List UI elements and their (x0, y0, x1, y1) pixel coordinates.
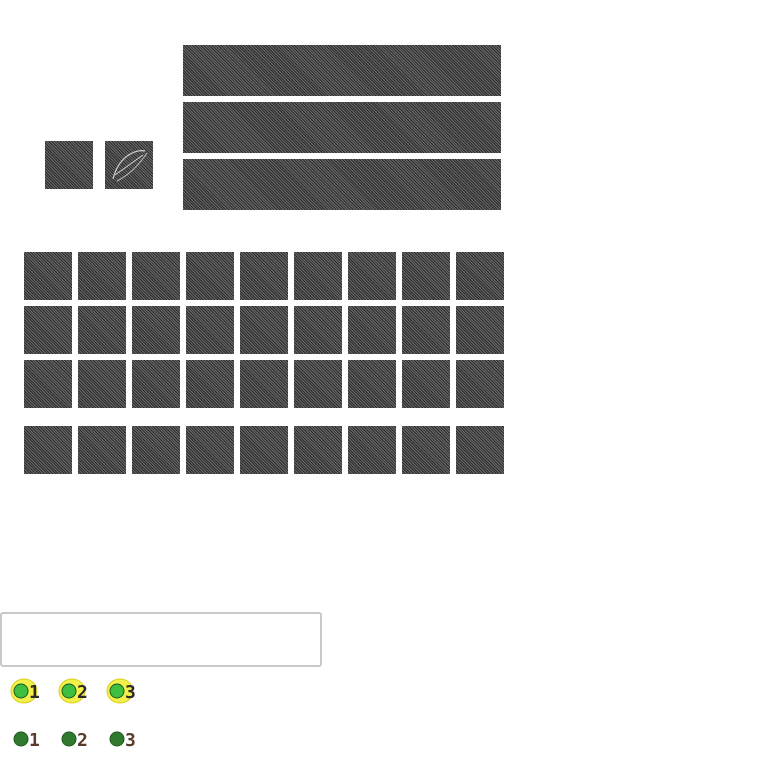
svg-text:2: 2 (77, 730, 88, 751)
inventory-slot[interactable] (402, 306, 450, 354)
hotbar-slot[interactable] (132, 426, 180, 474)
level-badge-inactive-2: 2 (58, 726, 88, 752)
inventory-slot[interactable] (78, 306, 126, 354)
inventory-slot[interactable] (78, 252, 126, 300)
inventory-slot[interactable] (186, 360, 234, 408)
wide-slot-row-2[interactable] (183, 102, 501, 153)
inventory-slot[interactable] (402, 360, 450, 408)
level-badge-active-1: 1 (10, 678, 40, 704)
bow-sketch-icon (112, 150, 148, 182)
inventory-slot[interactable] (24, 360, 72, 408)
hotbar-slot[interactable] (294, 426, 342, 474)
hotbar-slot[interactable] (402, 426, 450, 474)
svg-text:3: 3 (125, 682, 136, 703)
hotbar-slot[interactable] (186, 426, 234, 474)
inventory-slot[interactable] (24, 306, 72, 354)
svg-text:2: 2 (77, 682, 88, 703)
armor-slot-bow[interactable] (105, 141, 153, 189)
inventory-slot[interactable] (132, 306, 180, 354)
chat-input[interactable] (0, 612, 322, 667)
hotbar-slot[interactable] (348, 426, 396, 474)
svg-text:1: 1 (29, 730, 40, 751)
hotbar-slot[interactable] (456, 426, 504, 474)
level-badge-inactive-1: 1 (10, 726, 40, 752)
armor-slot-empty[interactable] (45, 141, 93, 189)
inventory-slot[interactable] (78, 360, 126, 408)
inventory-slot[interactable] (294, 252, 342, 300)
inventory-slot[interactable] (348, 252, 396, 300)
level-badge-inactive-3: 3 (106, 726, 136, 752)
inventory-slot[interactable] (348, 360, 396, 408)
wide-slot-row-3[interactable] (183, 159, 501, 210)
inventory-slot[interactable] (240, 252, 288, 300)
inventory-slot[interactable] (456, 252, 504, 300)
game-gui-sprite-sheet: 1 2 3 1 2 3 (0, 0, 768, 768)
inventory-slot[interactable] (294, 306, 342, 354)
inventory-slot[interactable] (24, 252, 72, 300)
inventory-slot[interactable] (240, 306, 288, 354)
level-badge-active-2: 2 (58, 678, 88, 704)
hotbar-slot[interactable] (240, 426, 288, 474)
inventory-slot[interactable] (186, 252, 234, 300)
svg-text:3: 3 (125, 730, 136, 751)
inventory-slot[interactable] (132, 252, 180, 300)
level-badge-active-3: 3 (106, 678, 136, 704)
inventory-slot[interactable] (456, 360, 504, 408)
inventory-slot[interactable] (294, 360, 342, 408)
hotbar-slot[interactable] (78, 426, 126, 474)
inventory-slot[interactable] (348, 306, 396, 354)
inventory-slot[interactable] (402, 252, 450, 300)
wide-slot-row-1[interactable] (183, 45, 501, 96)
inventory-slot[interactable] (456, 306, 504, 354)
hotbar-slot[interactable] (24, 426, 72, 474)
inventory-slot[interactable] (186, 306, 234, 354)
svg-text:1: 1 (29, 682, 40, 703)
inventory-slot[interactable] (240, 360, 288, 408)
inventory-slot[interactable] (132, 360, 180, 408)
